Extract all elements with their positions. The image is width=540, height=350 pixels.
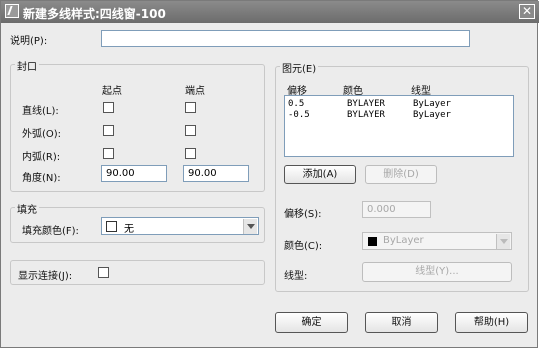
- inner-arc-start-checkbox[interactable]: [103, 148, 114, 159]
- outer-arc-start-checkbox[interactable]: [103, 125, 114, 136]
- row-linetype: ByLayer: [413, 110, 451, 120]
- joints-checkbox[interactable]: [98, 267, 109, 278]
- close-icon: ✕: [521, 4, 533, 18]
- row-color: BYLAYER: [347, 110, 385, 120]
- fill-color-combo[interactable]: 无: [101, 217, 259, 235]
- window-title: 新建多线样式:四线窗-100: [23, 7, 166, 21]
- line-label: 直线(L):: [22, 106, 59, 117]
- description-input[interactable]: [101, 30, 470, 47]
- color-label: 颜色(C):: [284, 241, 323, 252]
- row-color: BYLAYER: [347, 99, 385, 109]
- multiline-style-dialog: 新建多线样式:四线窗-100 ✕ 说明(P): 封口 起点 端点 直线(L): …: [0, 0, 539, 348]
- inner-arc-end-checkbox[interactable]: [185, 148, 196, 159]
- line-end-checkbox[interactable]: [185, 102, 196, 113]
- angle-end-input[interactable]: 90.00: [183, 165, 249, 182]
- caps-col-start: 起点: [102, 86, 122, 97]
- fill-color-value: 无: [124, 224, 134, 235]
- caps-group-title: 封口: [15, 58, 39, 73]
- row-linetype: ByLayer: [413, 99, 451, 109]
- offset-input[interactable]: 0.000: [362, 201, 431, 218]
- angle-start-input[interactable]: 90.00: [101, 165, 167, 182]
- color-swatch: [368, 237, 377, 246]
- angle-label: 角度(N):: [22, 173, 61, 184]
- color-combo[interactable]: ByLayer: [362, 232, 512, 250]
- title-bar[interactable]: 新建多线样式:四线窗-100 ✕: [1, 1, 539, 23]
- line-start-checkbox[interactable]: [103, 102, 114, 113]
- description-label: 说明(P):: [10, 36, 48, 47]
- cancel-button[interactable]: 取消: [365, 312, 438, 333]
- fill-color-swatch: [106, 221, 117, 232]
- delete-button[interactable]: 删除(D): [365, 165, 437, 184]
- help-button[interactable]: 帮助(H): [455, 312, 528, 333]
- linetype-button[interactable]: 线型(Y)...: [362, 262, 512, 282]
- ok-button[interactable]: 确定: [275, 312, 348, 333]
- list-item[interactable]: 0.5 BYLAYER ByLayer: [287, 99, 511, 110]
- outer-arc-label: 外弧(O):: [22, 129, 62, 140]
- list-item[interactable]: -0.5 BYLAYER ByLayer: [287, 110, 511, 121]
- chevron-down-icon[interactable]: [243, 219, 257, 234]
- caps-col-end: 端点: [185, 86, 205, 97]
- autocad-icon: [5, 4, 19, 18]
- row-offset: 0.5: [288, 99, 305, 109]
- chevron-down-icon[interactable]: [496, 234, 510, 249]
- inner-arc-label: 内弧(R):: [22, 152, 61, 163]
- elements-group-title: 图元(E): [280, 60, 319, 75]
- joints-label: 显示连接(J):: [18, 271, 73, 282]
- elements-list[interactable]: 0.5 BYLAYER ByLayer -0.5 BYLAYER ByLayer: [284, 95, 514, 157]
- fill-color-label: 填充颜色(F):: [22, 226, 79, 237]
- row-offset: -0.5: [288, 110, 310, 120]
- offset-label: 偏移(S):: [284, 209, 322, 220]
- color-value: ByLayer: [383, 235, 424, 246]
- fill-group-title: 填充: [15, 201, 39, 216]
- outer-arc-end-checkbox[interactable]: [185, 125, 196, 136]
- linetype-label: 线型:: [284, 271, 308, 282]
- add-button[interactable]: 添加(A): [284, 165, 356, 184]
- close-button[interactable]: ✕: [519, 4, 535, 19]
